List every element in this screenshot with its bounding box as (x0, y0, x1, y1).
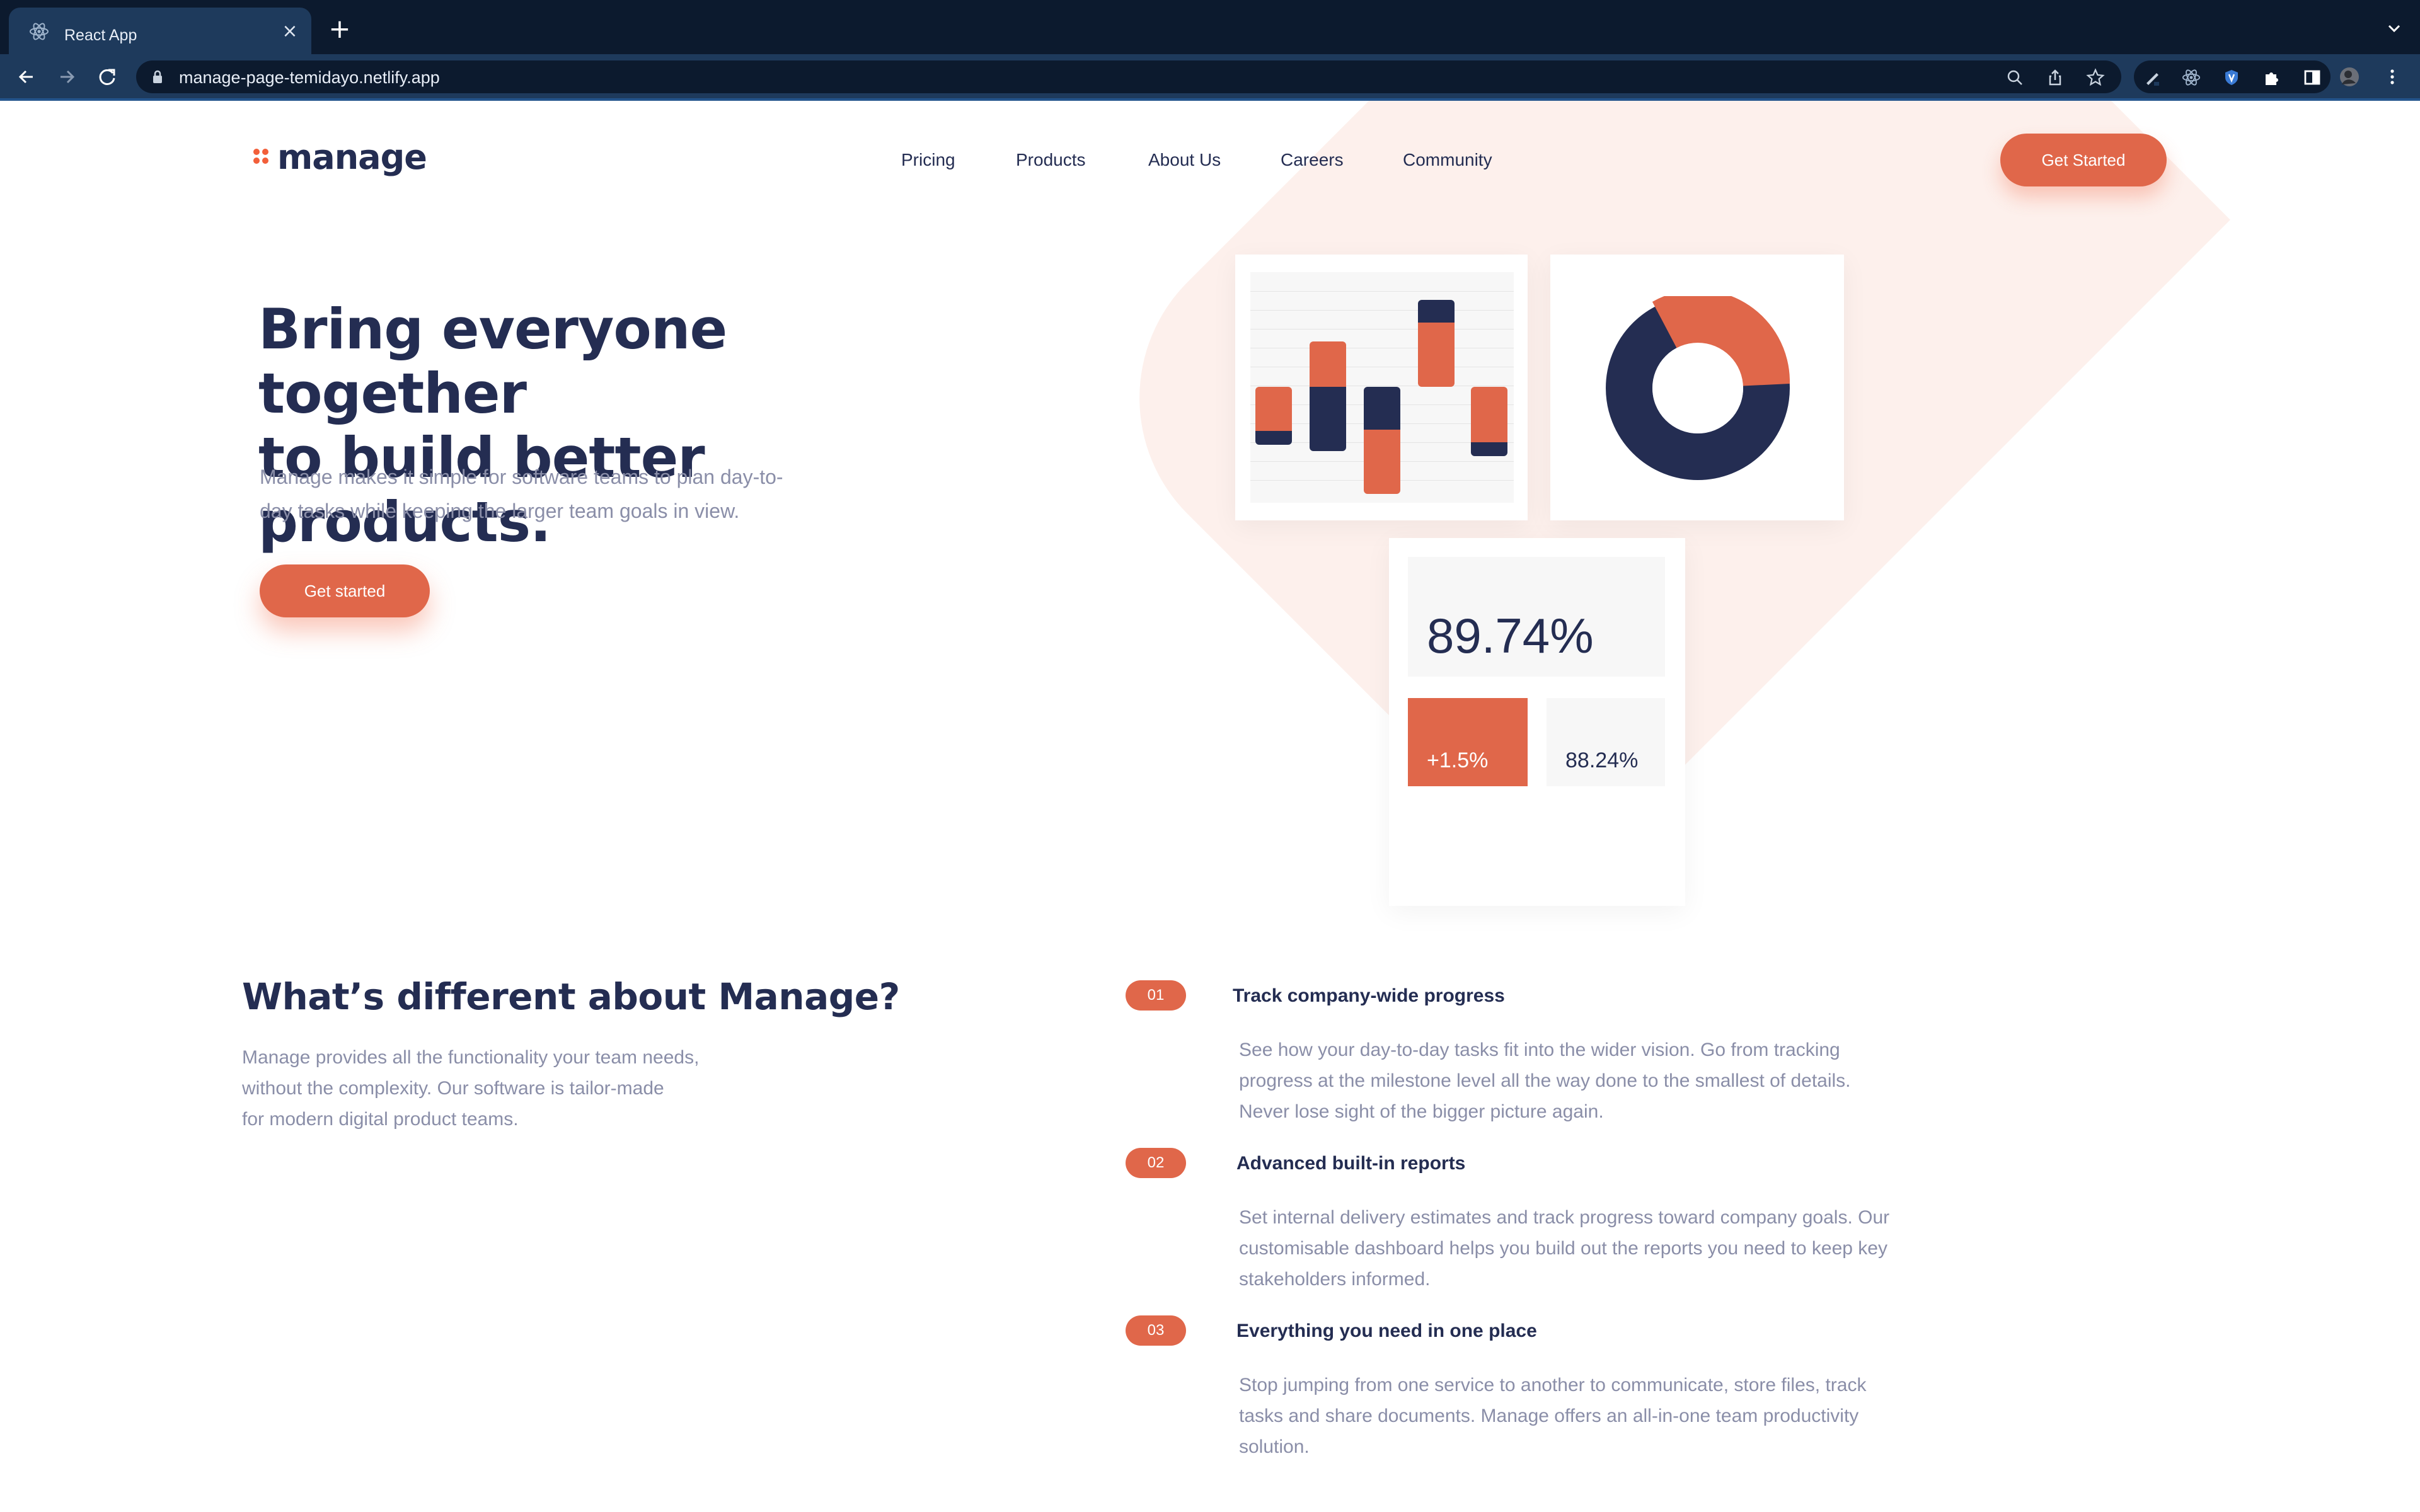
donut-chart-card (1550, 255, 1844, 520)
section-description-line-3: for modern digital product teams. (242, 1109, 519, 1130)
feature-number-badge: 03 (1126, 1315, 1186, 1346)
logo-dots-icon (253, 149, 270, 165)
hero-title-line-1: Bring everyone together (258, 297, 727, 426)
bookmark-star-icon[interactable] (2086, 68, 2105, 87)
bar-chart-card (1235, 255, 1528, 520)
feature-description-line: progress at the milestone level all the … (1239, 1070, 1851, 1091)
profile-avatar-icon[interactable] (2339, 67, 2360, 87)
stats-card: 89.74% +1.5% 88.24% (1389, 538, 1685, 906)
close-tab-icon[interactable]: × (279, 20, 301, 43)
donut-chart-illustration (1606, 296, 1790, 480)
stat-main-value: 89.74% (1427, 608, 1594, 663)
stat-main-tile: 89.74% (1408, 557, 1665, 677)
bar-chart-illustration (1250, 272, 1514, 503)
feature-number-badge: 02 (1126, 1148, 1186, 1178)
logo-text: manage (277, 137, 427, 177)
feature-description-line: Never lose sight of the bigger picture a… (1239, 1101, 1604, 1122)
feature-description-line: Stop jumping from one service to another… (1239, 1375, 1867, 1395)
section-description-line-2: without the complexity. Our software is … (242, 1078, 664, 1099)
feature-description: Set internal delivery estimates and trac… (1239, 1202, 1995, 1295)
react-devtools-icon[interactable] (2182, 68, 2201, 87)
feature-title: Everything you need in one place (1236, 1320, 1537, 1341)
feature-title: Advanced built-in reports (1236, 1153, 1466, 1174)
stat-change-value: +1.5% (1427, 748, 1489, 772)
feature-description-line: Set internal delivery estimates and trac… (1239, 1207, 1890, 1228)
puzzle-extensions-icon[interactable] (2262, 68, 2281, 87)
extensions-group (2134, 60, 2331, 93)
nav-link-community[interactable]: Community (1403, 150, 1492, 170)
more-menu-icon[interactable] (2382, 67, 2402, 87)
feature-description-line: solution. (1239, 1436, 1310, 1457)
hero-subtitle: Manage makes it simple for software team… (260, 460, 858, 528)
hero-subtitle-line-1: Manage makes it simple for software team… (260, 466, 783, 488)
react-favicon-icon (29, 21, 49, 42)
get-started-header-button[interactable]: Get Started (2000, 134, 2167, 186)
section-title: What’s different about Manage? (242, 975, 900, 1018)
share-icon[interactable] (2046, 68, 2065, 87)
sidebar-panel-icon[interactable] (2303, 68, 2322, 87)
browser-tab[interactable]: React App × (9, 8, 311, 54)
section-description-line-1: Manage provides all the functionality yo… (242, 1047, 700, 1068)
new-tab-button[interactable]: + (325, 15, 354, 44)
illustration-bar (1255, 387, 1292, 445)
url-text[interactable]: manage-page-temidayo.netlify.app (179, 68, 440, 88)
get-started-hero-button[interactable]: Get started (260, 564, 430, 617)
reload-icon[interactable] (95, 64, 120, 89)
nav-link-about-us[interactable]: About Us (1148, 150, 1221, 170)
illustration-bar (1364, 387, 1400, 494)
feature-description: See how your day-to-day tasks fit into t… (1239, 1034, 1995, 1127)
stat-secondary-tile: 88.24% (1547, 698, 1665, 786)
nav-link-careers[interactable]: Careers (1281, 150, 1344, 170)
feature-description-line: stakeholders informed. (1239, 1269, 1431, 1290)
nav-link-pricing[interactable]: Pricing (901, 150, 955, 170)
feature-description: Stop jumping from one service to another… (1239, 1370, 1995, 1462)
feature-description-line: tasks and share documents. Manage offers… (1239, 1406, 1859, 1426)
feature-title: Track company-wide progress (1233, 985, 1505, 1006)
browser-toolbar: manage-page-temidayo.netlify.app (0, 54, 2420, 100)
stat-change-tile: +1.5% (1408, 698, 1528, 786)
pen-extension-icon[interactable] (2143, 68, 2162, 87)
feature-number-badge: 01 (1126, 980, 1186, 1011)
back-arrow-icon[interactable] (14, 64, 39, 89)
illustration-bar (1418, 300, 1455, 387)
section-description: Manage provides all the functionality yo… (242, 1042, 784, 1135)
tab-title: React App (64, 26, 137, 44)
shield-icon[interactable] (2222, 68, 2241, 87)
nav-link-products[interactable]: Products (1016, 150, 1086, 170)
lock-icon[interactable] (151, 69, 164, 84)
feature-description-line: customisable dashboard helps you build o… (1239, 1238, 1887, 1259)
illustration-bar (1471, 387, 1507, 456)
tab-search-chevron-icon[interactable] (2385, 19, 2404, 38)
stat-secondary-value: 88.24% (1565, 748, 1639, 772)
page-viewport: manage Pricing Products About Us Careers… (0, 101, 2420, 1512)
address-bar[interactable]: manage-page-temidayo.netlify.app (136, 60, 2121, 93)
illustration-bar (1310, 341, 1346, 451)
zoom-icon[interactable] (2005, 68, 2024, 87)
forward-arrow-icon[interactable] (54, 64, 79, 89)
hero-subtitle-line-2: day tasks while keeping the larger team … (260, 500, 740, 522)
browser-tabstrip: React App × + (0, 0, 2420, 54)
feature-description-line: See how your day-to-day tasks fit into t… (1239, 1040, 1840, 1060)
